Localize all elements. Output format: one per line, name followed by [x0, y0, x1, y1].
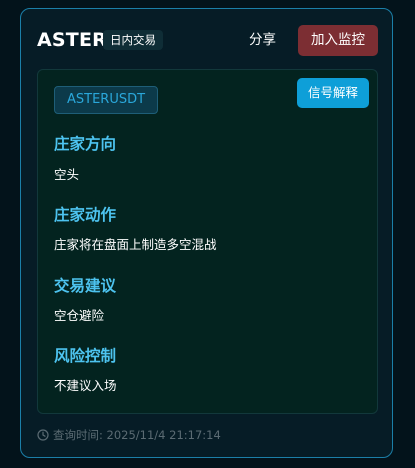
- asset-title: ASTER: [37, 29, 107, 51]
- analysis-panel: ASTERUSDT 信号解释 庄家方向 空头 庄家动作 庄家将在盘面上制造多空混…: [37, 69, 378, 414]
- query-time-text: 查询时间: 2025/11/4 21:17:14: [53, 428, 221, 442]
- share-button[interactable]: 分享: [249, 31, 276, 49]
- signal-explain-button[interactable]: 信号解释: [297, 78, 369, 108]
- query-time-row: 查询时间: 2025/11/4 21:17:14: [37, 428, 221, 442]
- section-heading-direction: 庄家方向: [54, 135, 117, 153]
- clock-icon: [37, 429, 49, 441]
- signal-card: ASTER 日内交易 分享 加入监控 ASTERUSDT 信号解释 庄家方向 空…: [20, 8, 393, 458]
- symbol-badge: ASTERUSDT: [54, 86, 159, 114]
- section-text-direction: 空头: [54, 167, 80, 182]
- section-heading-advice: 交易建议: [54, 277, 117, 295]
- section-text-action: 庄家将在盘面上制造多空混战: [54, 237, 217, 252]
- section-text-risk: 不建议入场: [54, 378, 117, 393]
- section-heading-action: 庄家动作: [54, 206, 117, 224]
- add-monitor-button[interactable]: 加入监控: [298, 25, 378, 56]
- section-text-advice: 空仓避险: [54, 308, 105, 323]
- trade-type-tag: 日内交易: [103, 30, 163, 50]
- section-heading-risk: 风险控制: [54, 347, 117, 365]
